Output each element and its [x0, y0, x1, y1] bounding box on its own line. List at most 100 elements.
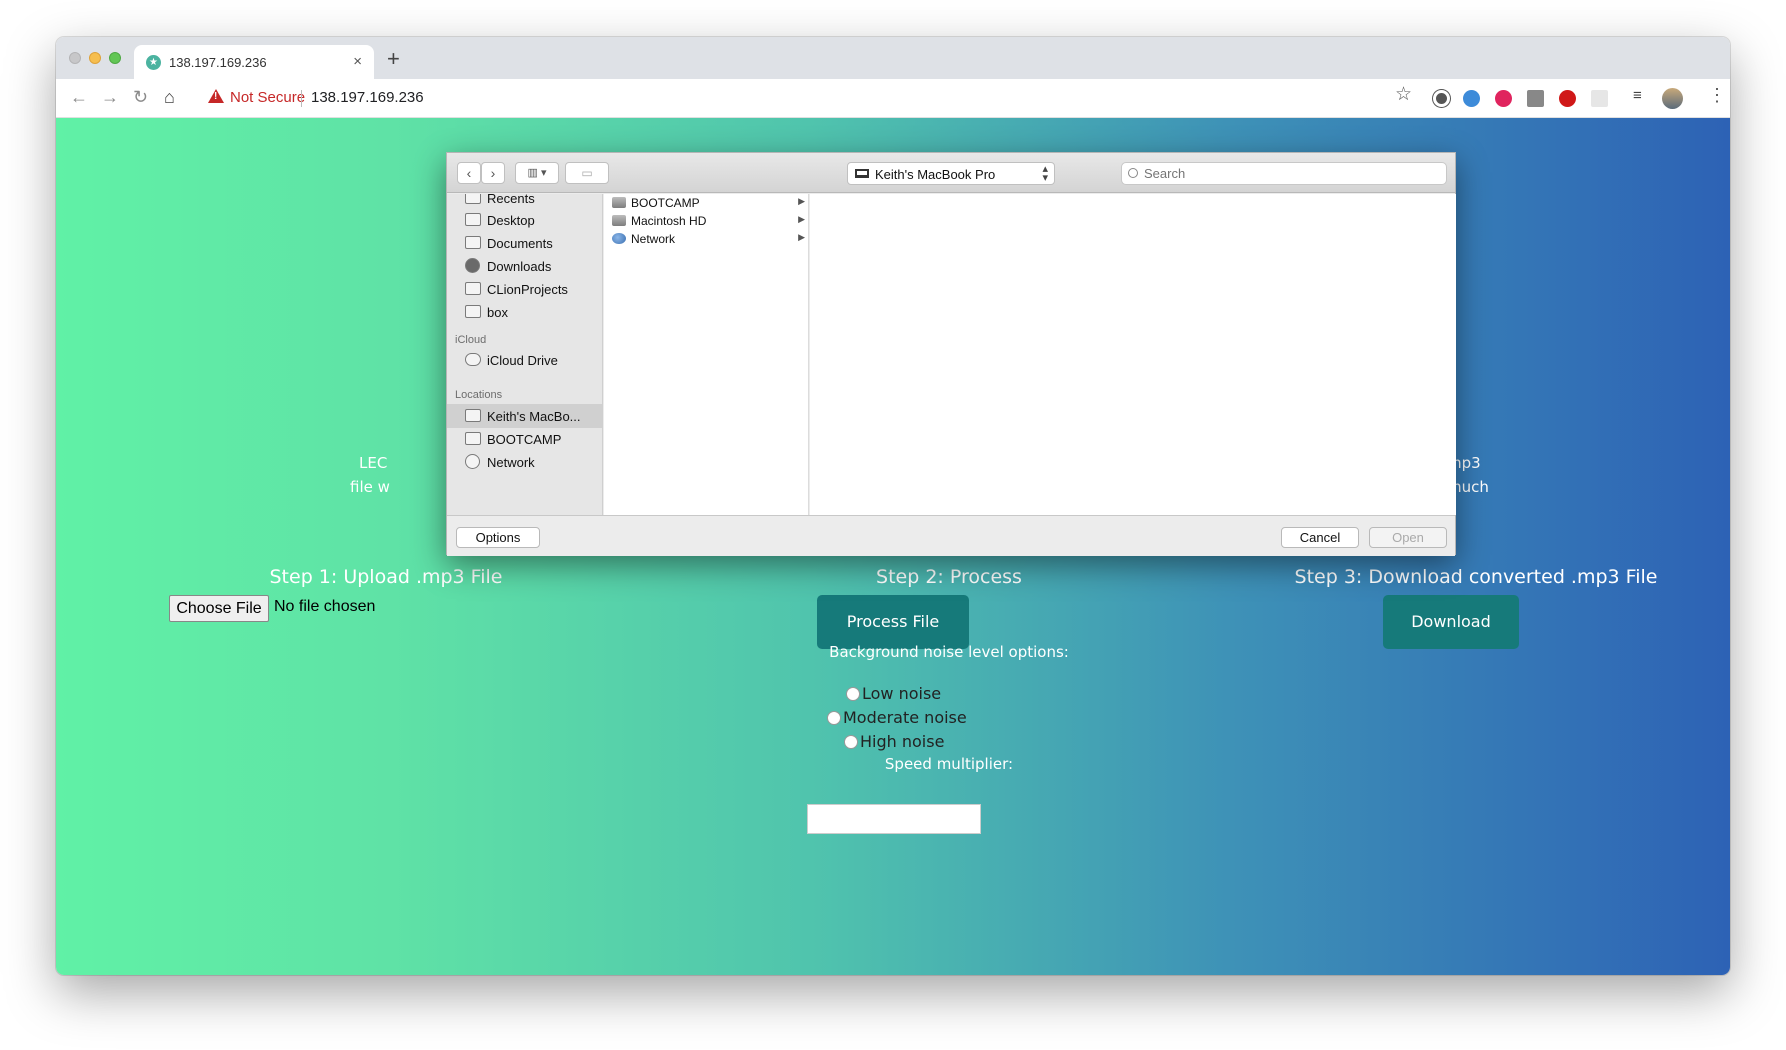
choose-file-button[interactable]: Choose File [169, 595, 269, 622]
radio-button[interactable] [827, 711, 841, 725]
extension-image-icon[interactable] [1527, 90, 1544, 107]
disk-icon [612, 215, 626, 226]
sidebar-item-desktop[interactable]: Desktop [447, 208, 602, 232]
sidebar-item-label: Documents [487, 236, 553, 251]
column-item-network[interactable]: Network ▶ [604, 230, 809, 248]
dialog-toolbar: ‹ › ▥ ▾ ▭ Keith's MacBook Pro ▴ ▾ [447, 153, 1455, 193]
disclosure-arrow-icon: ▶ [798, 196, 805, 206]
sidebar-item-label: CLionProjects [487, 282, 568, 297]
window-close-button[interactable] [69, 52, 81, 64]
url-text[interactable]: 138.197.169.236 [311, 89, 424, 106]
new-tab-button[interactable]: + [387, 46, 400, 72]
extension-red-q-icon[interactable] [1495, 90, 1512, 107]
radio-button[interactable] [846, 687, 860, 701]
browser-toolbar: ← → ↻ ⌂ Not Secure 138.197.169.236 ☆ ≡ ⋮ [56, 79, 1730, 118]
noise-options-label: Background noise level options: [829, 643, 1069, 661]
sidebar-item-label: iCloud Drive [487, 353, 558, 368]
bookmark-star-icon[interactable]: ☆ [1395, 83, 1412, 106]
browser-window: ★ 138.197.169.236 × + ← → ↻ ⌂ Not Secure… [56, 37, 1730, 975]
home-icon[interactable]: ⌂ [164, 87, 175, 108]
location-label: Keith's MacBook Pro [875, 167, 996, 182]
laptop-icon [855, 169, 869, 178]
radio-label: High noise [860, 732, 945, 751]
download-button[interactable]: Download [1383, 595, 1519, 649]
downloads-icon [465, 258, 480, 273]
recents-icon [465, 194, 481, 204]
sidebar-item-label: Recents [487, 194, 535, 206]
radio-high-noise[interactable]: High noise [844, 732, 944, 751]
sidebar-item-label: Downloads [487, 259, 552, 274]
step1-title: Step 1: Upload .mp3 File [269, 566, 503, 588]
sidebar-item-clionprojects[interactable]: CLionProjects [447, 277, 602, 301]
search-icon [1128, 168, 1138, 178]
options-button[interactable]: Options [456, 527, 540, 548]
dialog-search[interactable] [1121, 162, 1447, 185]
laptop-icon [465, 409, 481, 422]
search-input[interactable] [1144, 165, 1434, 182]
location-popup[interactable]: Keith's MacBook Pro ▴ ▾ [847, 162, 1055, 185]
folder-icon [465, 282, 481, 295]
sidebar-item-bootcamp[interactable]: BOOTCAMP [447, 427, 602, 451]
profile-avatar[interactable] [1662, 88, 1683, 109]
speed-multiplier-input[interactable] [807, 804, 981, 834]
forward-icon[interactable]: → [101, 87, 119, 108]
view-mode-button[interactable]: ▥ ▾ [515, 162, 559, 184]
extension-opera-icon[interactable] [1559, 90, 1576, 107]
dialog-forward-button[interactable]: › [481, 162, 505, 184]
extension-circle-icon[interactable] [1433, 90, 1450, 107]
browser-tab[interactable]: ★ 138.197.169.236 × [134, 45, 374, 79]
documents-icon [465, 236, 481, 249]
column-item-label: BOOTCAMP [631, 196, 700, 210]
reading-list-icon[interactable]: ≡ [1633, 87, 1642, 104]
disclosure-arrow-icon: ▶ [798, 232, 805, 242]
browser-menu-icon[interactable]: ⋮ [1708, 85, 1726, 106]
extension-w-icon[interactable] [1463, 90, 1480, 107]
column-item-label: Macintosh HD [631, 214, 707, 228]
cancel-button[interactable]: Cancel [1281, 527, 1359, 548]
column-item-bootcamp[interactable]: BOOTCAMP ▶ [604, 194, 809, 212]
address-bar[interactable]: Not Secure 138.197.169.236 [198, 84, 1456, 112]
window-maximize-button[interactable] [109, 52, 121, 64]
disk-icon [612, 197, 626, 208]
sidebar-item-documents[interactable]: Documents [447, 231, 602, 255]
sidebar-item-label: box [487, 305, 508, 320]
process-file-button[interactable]: Process File [817, 595, 969, 649]
step3-title: Step 3: Download converted .mp3 File [1294, 566, 1658, 588]
dialog-back-button[interactable]: ‹ [457, 162, 481, 184]
step2-title: Step 2: Process [876, 566, 1022, 588]
sidebar-item-icloud-drive[interactable]: iCloud Drive [447, 348, 602, 372]
site-favicon-icon: ★ [146, 55, 161, 70]
preview-pane [810, 194, 1456, 515]
sidebar-item-macbook[interactable]: Keith's MacBo... [447, 404, 602, 428]
warning-icon [208, 89, 224, 103]
extension-blank-icon[interactable] [1591, 90, 1608, 107]
disk-icon [465, 432, 481, 445]
security-label[interactable]: Not Secure [230, 89, 305, 106]
folder-icon [465, 305, 481, 318]
sidebar-section-icloud: iCloud [455, 334, 487, 346]
new-folder-button[interactable]: ▭ [565, 162, 609, 184]
window-minimize-button[interactable] [89, 52, 101, 64]
sidebar-item-label: BOOTCAMP [487, 432, 562, 447]
reload-icon[interactable]: ↻ [133, 87, 148, 108]
sidebar-item-box[interactable]: box [447, 300, 602, 324]
sidebar-item-network[interactable]: Network [447, 450, 602, 474]
sidebar-item-downloads[interactable]: Downloads [447, 254, 602, 278]
column-item-macintosh-hd[interactable]: Macintosh HD ▶ [604, 212, 809, 230]
browser-column: BOOTCAMP ▶ Macintosh HD ▶ Network ▶ [604, 194, 809, 515]
updown-chevron-icon: ▴ ▾ [1042, 163, 1048, 184]
open-button[interactable]: Open [1369, 527, 1447, 548]
tab-close-icon[interactable]: × [353, 53, 362, 70]
disclosure-arrow-icon: ▶ [798, 214, 805, 224]
back-icon[interactable]: ← [70, 87, 88, 108]
tab-title: 138.197.169.236 [169, 55, 267, 70]
radio-moderate-noise[interactable]: Moderate noise [827, 708, 967, 727]
sidebar-item-label: Desktop [487, 213, 535, 228]
radio-label: Moderate noise [843, 708, 967, 727]
intro-text-fragment: file w [350, 478, 390, 496]
file-status: No file chosen [274, 598, 376, 615]
sidebar-section-locations: Locations [455, 389, 503, 401]
radio-button[interactable] [844, 735, 858, 749]
radio-low-noise[interactable]: Low noise [846, 684, 941, 703]
cloud-icon [465, 353, 481, 366]
